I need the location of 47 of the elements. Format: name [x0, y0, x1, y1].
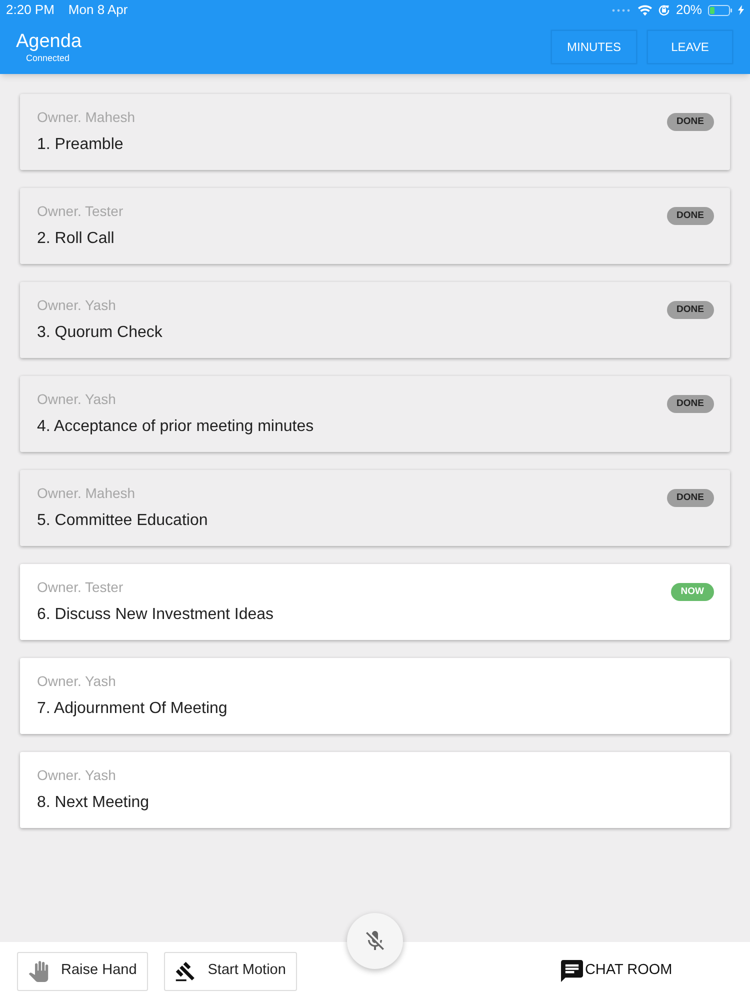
- status-badge: DONE: [666, 113, 714, 131]
- agenda-item-card[interactable]: Owner. Yash 3. Quorum Check DONE: [20, 282, 730, 358]
- chat-icon: [560, 960, 583, 982]
- wifi-icon: [638, 4, 652, 16]
- agenda-item-title: 8. Next Meeting: [37, 793, 150, 813]
- agenda-item-card[interactable]: Owner. Tester 6. Discuss New Investment Ideas NOW: [20, 564, 730, 640]
- agenda-item-title: 4. Acceptance of prior meeting minutes: [37, 417, 314, 437]
- microphone-button[interactable]: [347, 913, 403, 969]
- status-badge: DONE: [666, 207, 714, 225]
- agenda-item-card[interactable]: Owner. Yash 4. Acceptance of prior meeting minutes DONE: [20, 376, 730, 452]
- owner-label: Owner. Yash: [37, 390, 116, 408]
- battery-icon: [708, 4, 732, 16]
- agenda-item-card[interactable]: Owner. Tester 2. Roll Call DONE: [20, 188, 730, 264]
- agenda-item-title: 7. Adjournment Of Meeting: [37, 699, 228, 719]
- signal-icon: [612, 8, 632, 12]
- connection-status: Connected: [26, 52, 70, 64]
- charging-bolt-icon: [738, 5, 744, 15]
- app-title: Agenda: [16, 30, 82, 52]
- agenda-item-card[interactable]: Owner. Mahesh 5. Committee Education DONE: [20, 470, 730, 546]
- status-badge: DONE: [666, 301, 714, 319]
- owner-label: Owner. Yash: [37, 766, 116, 784]
- status-badge: NOW: [670, 583, 714, 601]
- rotation-lock-icon: [658, 4, 670, 16]
- owner-label: Owner. Mahesh: [37, 108, 136, 126]
- chat-room-button[interactable]: CHAT ROOM: [560, 960, 672, 982]
- start-motion-button[interactable]: Start Motion: [164, 952, 297, 990]
- hand-icon: [28, 960, 49, 982]
- status-badge: DONE: [666, 395, 714, 413]
- agenda-item-card[interactable]: Owner. Mahesh 1. Preamble DONE: [20, 94, 730, 170]
- owner-label: Owner. Yash: [37, 296, 116, 314]
- agenda-item-title: 3. Quorum Check: [37, 323, 162, 343]
- battery-percent: 20%: [676, 1, 702, 20]
- owner-label: Owner. Mahesh: [37, 484, 136, 502]
- status-date: Mon 8 Apr: [68, 1, 128, 20]
- raise-hand-button[interactable]: Raise Hand: [17, 952, 148, 990]
- agenda-item-title: 2. Roll Call: [37, 229, 114, 249]
- owner-label: Owner. Tester: [37, 578, 124, 596]
- agenda-item-title: 5. Committee Education: [37, 511, 208, 531]
- owner-label: Owner. Tester: [37, 202, 124, 220]
- gavel-icon: [174, 960, 196, 982]
- agenda-item-title: 1. Preamble: [37, 135, 124, 155]
- agenda-item-title: 6. Discuss New Investment Ideas: [37, 605, 274, 625]
- agenda-item-card[interactable]: Owner. Yash 8. Next Meeting: [20, 752, 730, 828]
- status-badge: DONE: [666, 489, 714, 507]
- owner-label: Owner. Yash: [37, 672, 116, 690]
- agenda-item-card[interactable]: Owner. Yash 7. Adjournment Of Meeting: [20, 658, 730, 734]
- status-time: 2:20 PM: [6, 1, 54, 20]
